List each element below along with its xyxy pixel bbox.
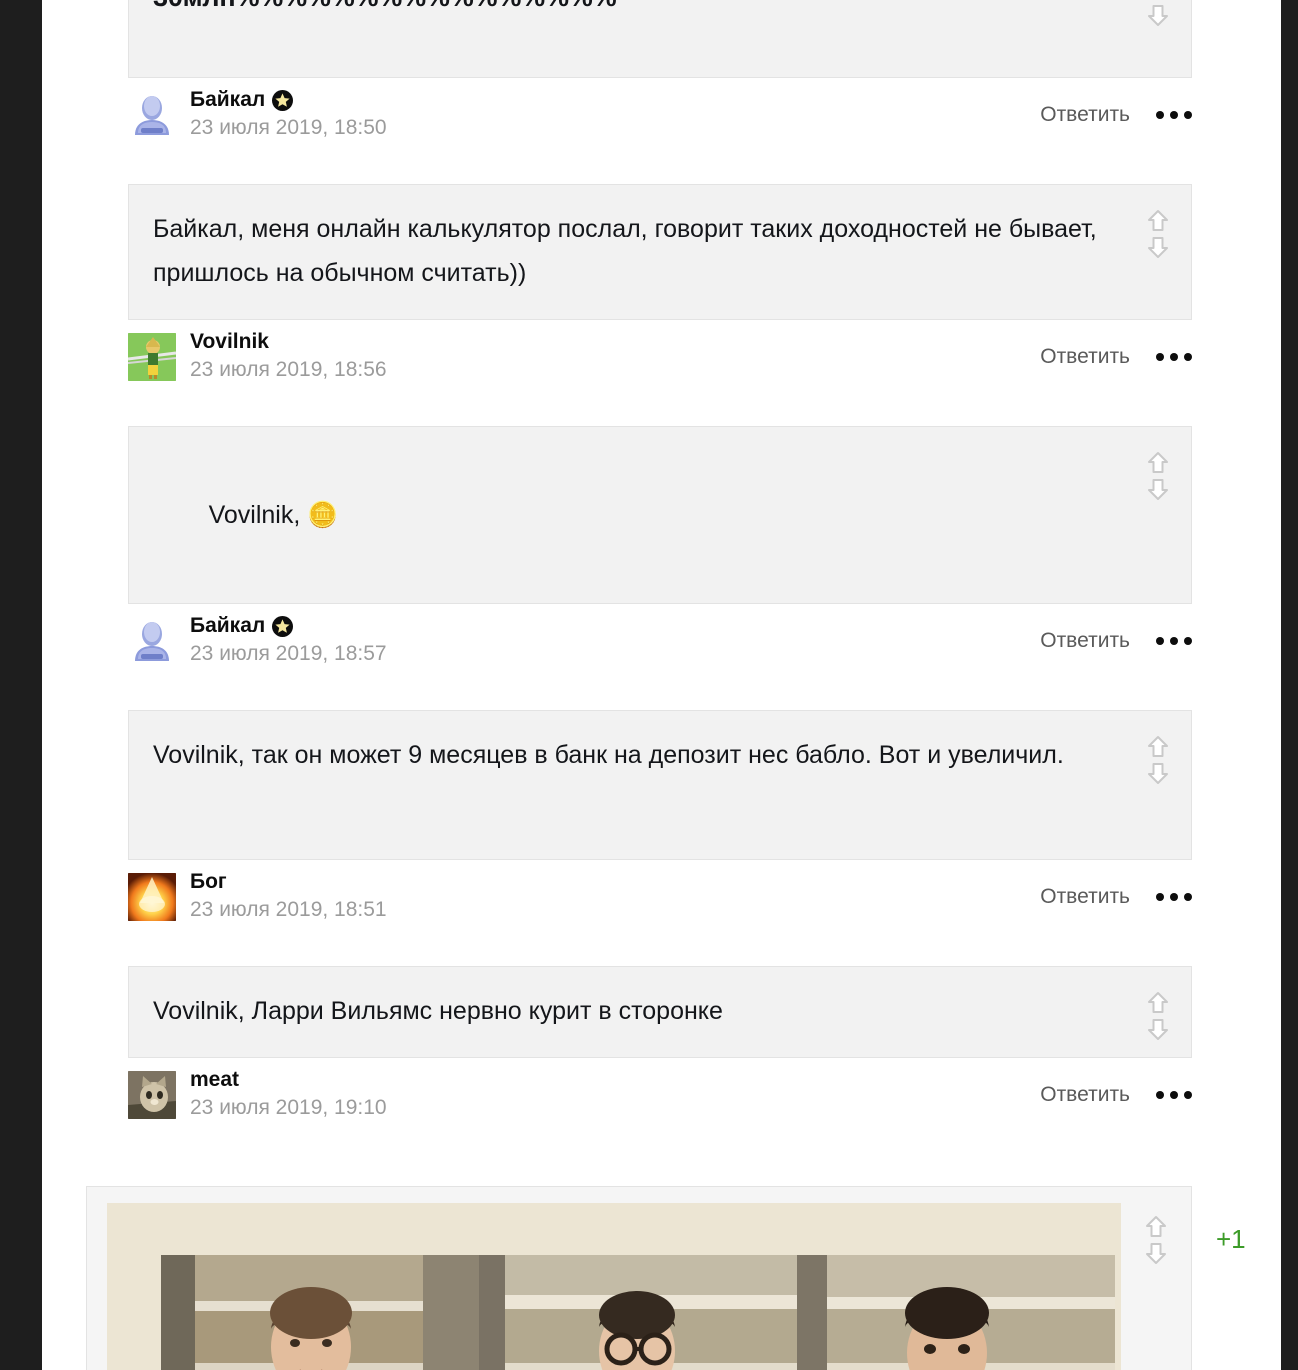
downvote-icon[interactable]: [1147, 3, 1169, 27]
comment-text-part: Vovilnik, 🪙: [208, 501, 339, 529]
portrait-photo: [479, 1255, 797, 1370]
portrait-photo: [161, 1255, 479, 1370]
left-dark-rail: [0, 0, 42, 1370]
author-meta: Байкал 23 июля 2019, 18:57: [190, 613, 387, 669]
author-meta: Бог 23 июля 2019, 18:51: [190, 869, 387, 925]
comment-author-row: Vovilnik 23 июля 2019, 18:56 Ответить: [128, 320, 1192, 394]
comment-timestamp: 23 июля 2019, 18:56: [190, 358, 387, 381]
upvote-icon[interactable]: [1147, 0, 1169, 1]
upvote-icon[interactable]: [1147, 991, 1169, 1015]
avatar[interactable]: [128, 617, 176, 665]
comment-bubble[interactable]: Байкал, меня онлайн калькулятор послал, …: [128, 184, 1192, 320]
avatar[interactable]: [128, 333, 176, 381]
comment-bubble[interactable]: Vovilnik, Ларри Вильямс нервно курит в с…: [128, 966, 1192, 1058]
comment-bubble[interactable]: Vovilnik, 🪙: [128, 426, 1192, 604]
comment-actions: Ответить: [1040, 345, 1192, 369]
comment-actions: Ответить: [1040, 1083, 1192, 1107]
author-meta: Байкал 23 июля 2019, 18:50: [190, 87, 387, 143]
author-name-line: Байкал: [190, 613, 387, 639]
comment-bubble[interactable]: 30млн%%%%%%%%%%%%%%%%: [128, 0, 1192, 78]
attachment-row: +1: [86, 1186, 1246, 1370]
comment-author-row: Байкал 23 июля 2019, 18:50 Ответить: [128, 78, 1192, 152]
upvote-icon[interactable]: [1147, 209, 1169, 233]
author-name-line: Vovilnik: [190, 329, 387, 355]
image-attachment-bubble[interactable]: [86, 1186, 1192, 1370]
reply-button[interactable]: Ответить: [1040, 885, 1130, 909]
comment-author-row: Байкал 23 июля 2019, 18:57 Ответить: [128, 604, 1192, 678]
vote-controls[interactable]: [1143, 991, 1173, 1041]
downvote-icon[interactable]: [1147, 235, 1169, 259]
comment-actions: Ответить: [1040, 885, 1192, 909]
comment-text: 30млн%%%%%%%%%%%%%%%%: [153, 0, 1121, 19]
downvote-icon[interactable]: [1147, 1017, 1169, 1041]
vote-score: +1: [1216, 1224, 1246, 1254]
more-options-icon[interactable]: [1156, 1091, 1192, 1099]
comment-text: Vovilnik, 🪙: [153, 449, 1121, 581]
downvote-icon[interactable]: [1147, 761, 1169, 785]
avatar[interactable]: [128, 1071, 176, 1119]
upvote-icon[interactable]: [1145, 1215, 1167, 1239]
upvote-icon[interactable]: [1147, 735, 1169, 759]
screenshot-viewport: 30млн%%%%%%%%%%%%%%%%: [0, 0, 1298, 1370]
reply-button[interactable]: Ответить: [1040, 1083, 1130, 1107]
comment-bubble[interactable]: Vovilnik, так он может 9 месяцев в банк …: [128, 710, 1192, 860]
author-name: Байкал: [190, 88, 266, 111]
avatar[interactable]: [128, 91, 176, 139]
reply-button[interactable]: Ответить: [1040, 103, 1130, 127]
vote-controls[interactable]: [1143, 209, 1173, 259]
right-dark-rail: [1281, 0, 1298, 1370]
comment-timestamp: 23 июля 2019, 19:10: [190, 1096, 387, 1119]
author-name-line: meat: [190, 1067, 387, 1093]
comment-author-row: Бог 23 июля 2019, 18:51 Ответить: [128, 860, 1192, 934]
comment-thread-page: 30млн%%%%%%%%%%%%%%%%: [42, 0, 1281, 1370]
comment-text: Vovilnik, Ларри Вильямс нервно курит в с…: [153, 997, 723, 1025]
reply-button[interactable]: Ответить: [1040, 345, 1130, 369]
author-name-line: Байкал: [190, 87, 387, 113]
author-name: Бог: [190, 870, 227, 893]
downvote-icon[interactable]: [1145, 1241, 1167, 1265]
comment-timestamp: 23 июля 2019, 18:57: [190, 642, 387, 665]
comment-timestamp: 23 июля 2019, 18:50: [190, 116, 387, 139]
upvote-icon[interactable]: [1147, 451, 1169, 475]
more-options-icon[interactable]: [1156, 111, 1192, 119]
more-options-icon[interactable]: [1156, 893, 1192, 901]
portrait-photo: [797, 1255, 1115, 1370]
more-options-icon[interactable]: [1156, 353, 1192, 361]
author-meta: meat 23 июля 2019, 19:10: [190, 1067, 387, 1123]
comment-actions: Ответить: [1040, 103, 1192, 127]
author-name: Байкал: [190, 614, 266, 637]
vote-controls[interactable]: [1143, 735, 1173, 785]
vote-controls[interactable]: [1143, 0, 1173, 27]
comment-text: Vovilnik, так он может 9 месяцев в банк …: [153, 741, 1064, 769]
author-name-line: Бог: [190, 869, 387, 895]
star-badge-icon: [272, 615, 294, 637]
author-name: meat: [190, 1068, 240, 1091]
author-name: Vovilnik: [190, 330, 269, 353]
vote-controls[interactable]: [1143, 451, 1173, 501]
avatar[interactable]: [128, 873, 176, 921]
reply-button[interactable]: Ответить: [1040, 629, 1130, 653]
star-badge-icon: [272, 89, 294, 111]
author-meta: Vovilnik 23 июля 2019, 18:56: [190, 329, 387, 385]
downvote-icon[interactable]: [1147, 477, 1169, 501]
comment-text: Байкал, меня онлайн калькулятор послал, …: [153, 215, 1104, 287]
attached-image[interactable]: [107, 1203, 1121, 1370]
comment-author-row: meat 23 июля 2019, 19:10 Ответить: [128, 1058, 1192, 1132]
more-options-icon[interactable]: [1156, 637, 1192, 645]
comment-actions: Ответить: [1040, 629, 1192, 653]
comment-timestamp: 23 июля 2019, 18:51: [190, 898, 387, 921]
vote-controls[interactable]: [1141, 1215, 1171, 1265]
